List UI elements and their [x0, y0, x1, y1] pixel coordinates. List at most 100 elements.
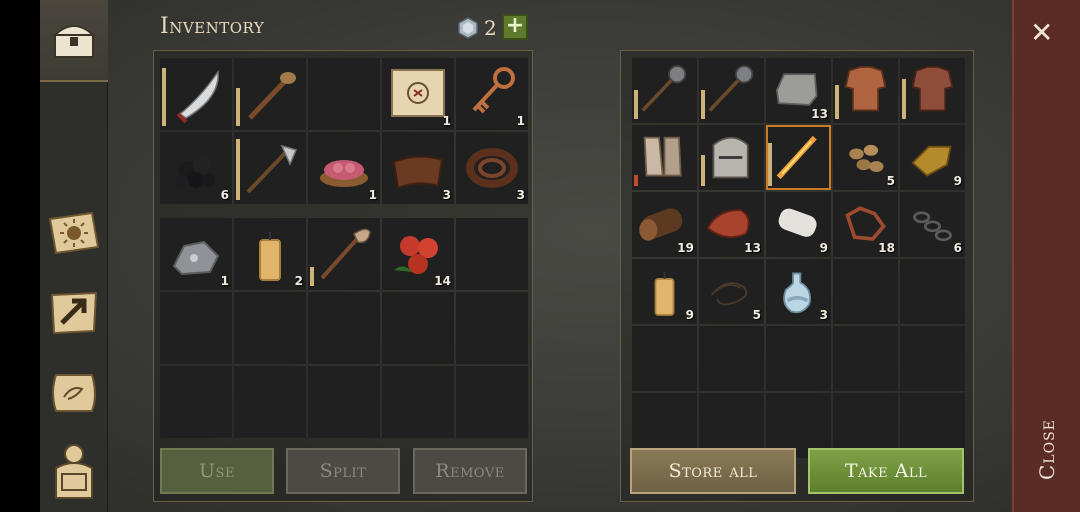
inventory-slot[interactable]	[234, 58, 306, 130]
inventory-slot[interactable]: 3	[456, 132, 528, 204]
inventory-slot[interactable]: 6	[160, 132, 232, 204]
item-count: 1	[368, 188, 377, 202]
item-count: 13	[811, 107, 828, 121]
gauntlets-icon	[643, 136, 682, 177]
inventory-slot[interactable]	[160, 292, 232, 364]
inventory-slot[interactable]: 9	[900, 125, 965, 190]
add-gems-button[interactable]: +	[502, 14, 528, 40]
chest-icon[interactable]	[44, 10, 104, 70]
inventory-slot[interactable]	[234, 292, 306, 364]
scroll-icon[interactable]	[44, 362, 104, 422]
inventory-slot[interactable]: 18	[833, 192, 898, 257]
inventory-slot[interactable]	[308, 218, 380, 290]
inventory-slot[interactable]: 1	[382, 58, 454, 130]
inventory-slot[interactable]	[766, 326, 831, 391]
item-count: 1	[442, 114, 451, 128]
inventory-slot[interactable]	[900, 259, 965, 324]
screen-bezel	[0, 0, 40, 512]
inventory-grid-top: 116133	[160, 58, 528, 204]
inventory-slot[interactable]	[382, 292, 454, 364]
inventory-slot[interactable]	[456, 292, 528, 364]
gem-count: 2	[484, 16, 497, 40]
inventory-slot[interactable]: 9	[766, 192, 831, 257]
inventory-slot[interactable]	[308, 292, 380, 364]
leather-armor-icon	[844, 66, 887, 112]
scimitar-icon	[176, 69, 219, 124]
inventory-slot[interactable]	[632, 125, 697, 190]
item-count: 14	[434, 274, 451, 288]
inventory-slot[interactable]	[308, 366, 380, 438]
item-count: 9	[953, 174, 962, 188]
split-button[interactable]: Split	[286, 448, 400, 494]
inventory-slot[interactable]: 1	[456, 58, 528, 130]
item-count: 18	[878, 241, 895, 255]
gem-currency-icon	[457, 17, 479, 39]
item-count: 3	[819, 308, 828, 322]
durability-bar	[835, 85, 839, 119]
inventory-slot[interactable]: 9	[632, 259, 697, 324]
item-count: 3	[516, 188, 525, 202]
durability-bar	[902, 79, 906, 119]
inventory-slot[interactable]: 1	[308, 132, 380, 204]
inventory-slot[interactable]	[900, 58, 965, 123]
inventory-slot[interactable]: 1	[160, 218, 232, 290]
map-arrow-icon[interactable]	[44, 282, 104, 342]
inventory-slot[interactable]	[699, 125, 764, 190]
item-count: 19	[677, 241, 694, 255]
inventory-slot[interactable]	[833, 326, 898, 391]
item-count: 2	[294, 274, 303, 288]
backpack-icon[interactable]	[44, 440, 104, 500]
inventory-slot[interactable]	[456, 366, 528, 438]
inventory-slot[interactable]: 5	[699, 259, 764, 324]
durability-bar	[162, 68, 166, 126]
item-count: 9	[819, 241, 828, 255]
shovel-icon	[320, 228, 371, 280]
inventory-slot[interactable]	[382, 366, 454, 438]
item-count: 5	[752, 308, 761, 322]
store-all-button[interactable]: Store all	[630, 448, 796, 494]
inventory-slot[interactable]: 13	[766, 58, 831, 123]
inventory-slot[interactable]	[699, 326, 764, 391]
remove-button[interactable]: Remove	[413, 448, 527, 494]
inventory-slot[interactable]: 5	[833, 125, 898, 190]
mace-icon	[708, 65, 754, 112]
inventory-slot[interactable]	[160, 58, 232, 130]
item-count: 6	[953, 241, 962, 255]
inventory-slot[interactable]	[234, 366, 306, 438]
inventory-slot[interactable]: 13	[699, 192, 764, 257]
inventory-slot[interactable]	[833, 58, 898, 123]
durability-bar	[634, 175, 638, 186]
inventory-slot[interactable]	[632, 58, 697, 123]
item-count: 1	[220, 274, 229, 288]
game-screen: Inventory 2 + 116133 1 2 14 Use Split Remo…	[0, 0, 1080, 512]
inventory-slot[interactable]: 6	[900, 192, 965, 257]
inventory-slot[interactable]	[833, 259, 898, 324]
close-icon[interactable]: ✕	[1030, 18, 1053, 48]
halberd-icon	[246, 144, 298, 194]
item-count: 3	[442, 188, 451, 202]
fire-sword-icon	[776, 135, 817, 180]
chest-grid: 13 5 9 19 13 9 18 6 9 5 3	[632, 58, 965, 458]
inventory-slot[interactable]	[766, 125, 831, 190]
inventory-slot[interactable]: 3	[382, 132, 454, 204]
close-button-label[interactable]: Close	[1024, 400, 1070, 500]
inventory-slot[interactable]	[160, 366, 232, 438]
chainmail-icon	[911, 66, 954, 112]
inventory-slot[interactable]	[900, 326, 965, 391]
item-count: 1	[516, 114, 525, 128]
recipe-book-icon[interactable]	[44, 202, 104, 262]
item-count: 9	[685, 308, 694, 322]
take-all-button[interactable]: Take All	[808, 448, 964, 494]
inventory-slot[interactable]	[308, 58, 380, 130]
inventory-slot[interactable]: 19	[632, 192, 697, 257]
inventory-slot[interactable]	[234, 132, 306, 204]
inventory-slot[interactable]: 3	[766, 259, 831, 324]
inventory-slot[interactable]: 2	[234, 218, 306, 290]
inventory-slot[interactable]	[456, 218, 528, 290]
use-button[interactable]: Use	[160, 448, 274, 494]
inventory-slot[interactable]	[699, 58, 764, 123]
inventory-slot[interactable]: 14	[382, 218, 454, 290]
inventory-title: Inventory	[160, 14, 265, 39]
inventory-grid-bottom: 1 2 14	[160, 218, 528, 438]
inventory-slot[interactable]	[632, 326, 697, 391]
